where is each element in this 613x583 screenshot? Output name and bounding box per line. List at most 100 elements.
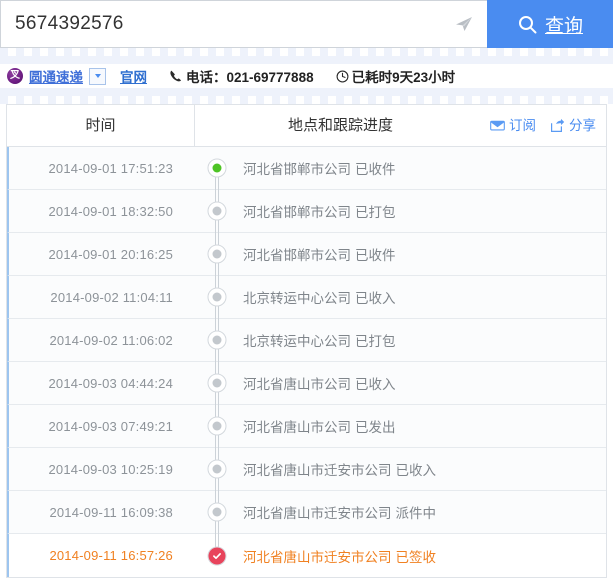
table-row[interactable]: 2014-09-02 11:04:11 北京转运中心公司已收入	[7, 276, 606, 319]
table-row[interactable]: 2014-09-03 10:25:19 河北省唐山市迁安市公司已收入	[7, 448, 606, 491]
search-input-wrap	[0, 0, 487, 48]
table-row[interactable]: 2014-09-03 07:49:21 河北省唐山市公司已发出	[7, 405, 606, 448]
row-status: 已收入	[396, 463, 437, 478]
step-marker	[208, 503, 227, 522]
table-row[interactable]: 2014-09-03 04:44:24 河北省唐山市公司已收入	[7, 362, 606, 405]
gray-dot-icon	[213, 207, 222, 216]
row-location: 河北省唐山市公司	[243, 420, 351, 435]
gray-dot-icon	[213, 422, 222, 431]
phone-icon	[169, 69, 183, 83]
gray-dot-icon	[213, 379, 222, 388]
row-time: 2014-09-02 11:04:11	[9, 290, 195, 305]
timeline-marker-cell	[195, 276, 239, 319]
timeline-marker-cell	[195, 147, 239, 190]
official-site-link[interactable]: 官网	[120, 66, 147, 86]
table-row[interactable]: 2014-09-11 16:57:26 河北省唐山市迁安市公司已签收	[7, 534, 606, 577]
row-description: 河北省唐山市迁安市公司派件中	[239, 502, 606, 522]
subscribe-button[interactable]: 订阅	[490, 118, 536, 133]
row-time: 2014-09-03 04:44:24	[9, 376, 195, 391]
row-status: 已收入	[355, 377, 396, 392]
timeline-marker-cell	[195, 190, 239, 233]
clock-icon	[336, 70, 349, 83]
row-status: 已收件	[355, 248, 396, 263]
search-button-label: 查询	[545, 11, 583, 38]
row-time: 2014-09-01 18:32:50	[9, 204, 195, 219]
search-icon	[517, 14, 538, 35]
search-button[interactable]: 查询	[487, 0, 613, 48]
row-time: 2014-09-03 07:49:21	[9, 419, 195, 434]
phone-number-label: 电话：021-69777888	[186, 66, 314, 86]
step-marker	[208, 202, 227, 221]
step-marker	[208, 288, 227, 307]
tracking-rows: 2014-09-01 17:51:23河北省邯郸市公司已收件2014-09-01…	[7, 147, 606, 577]
row-location: 河北省唐山市迁安市公司	[243, 463, 392, 478]
row-time: 2014-09-01 17:51:23	[9, 161, 195, 176]
tracking-number-input[interactable]	[1, 1, 487, 47]
courier-phone: 电话：021-69777888	[169, 66, 314, 86]
gray-dot-icon	[213, 508, 222, 517]
row-status: 已打包	[355, 334, 396, 349]
send-plane-icon[interactable]	[453, 13, 475, 35]
courier-logo-icon: 叉	[7, 68, 23, 84]
envelope-icon	[490, 118, 505, 133]
courier-name-link[interactable]: 圆通速递	[29, 66, 83, 86]
table-header-row: 时间 地点和跟踪进度 订阅	[7, 105, 606, 147]
timeline-marker-cell	[195, 233, 239, 276]
step-marker	[208, 460, 227, 479]
gray-dot-icon	[213, 336, 222, 345]
table-header-actions: 订阅 分享	[490, 105, 596, 146]
courier-dropdown-button[interactable]	[89, 68, 106, 85]
elapsed-time-label: 已耗时9天23小时	[352, 66, 456, 86]
row-time: 2014-09-01 20:16:25	[9, 247, 195, 262]
timeline-marker-cell	[195, 362, 239, 405]
row-location: 河北省邯郸市公司	[243, 162, 351, 177]
signed-check-marker	[208, 546, 227, 565]
row-description: 北京转运中心公司已打包	[239, 330, 606, 350]
share-button[interactable]: 分享	[550, 118, 596, 133]
row-status: 已收件	[355, 162, 396, 177]
table-row[interactable]: 2014-09-01 17:51:23 河北省邯郸市公司已收件	[7, 147, 606, 190]
row-location: 北京转运中心公司	[243, 291, 351, 306]
timeline-marker-cell	[195, 405, 239, 448]
row-description: 河北省唐山市公司已收入	[239, 373, 606, 393]
row-description: 河北省唐山市迁安市公司已收入	[239, 459, 606, 479]
chevron-down-icon	[95, 74, 101, 78]
timeline-marker-cell	[195, 319, 239, 362]
gray-dot-icon	[213, 293, 222, 302]
row-time: 2014-09-11 16:09:38	[9, 505, 195, 520]
step-marker	[208, 417, 227, 436]
table-row[interactable]: 2014-09-01 20:16:25 河北省邯郸市公司已收件	[7, 233, 606, 276]
column-header-time: 时间	[7, 105, 195, 146]
step-marker	[208, 374, 227, 393]
row-description: 河北省邯郸市公司已收件	[239, 158, 606, 178]
courier-info-strip: 叉 圆通速递 官网 电话：021-69777888 已耗时9天23小时	[0, 48, 613, 104]
row-time: 2014-09-11 16:57:26	[9, 548, 195, 563]
row-description: 河北省邯郸市公司已打包	[239, 201, 606, 221]
row-status: 已发出	[355, 420, 396, 435]
row-location: 河北省唐山市迁安市公司	[243, 550, 392, 565]
table-row[interactable]: 2014-09-11 16:09:38 河北省唐山市迁安市公司派件中	[7, 491, 606, 534]
green-dot-icon	[213, 164, 222, 173]
courier-info-row: 叉 圆通速递 官网 电话：021-69777888 已耗时9天23小时	[0, 48, 613, 104]
start-marker	[208, 159, 227, 178]
share-label: 分享	[569, 119, 596, 133]
table-row[interactable]: 2014-09-02 11:06:02北京转运中心公司已打包	[7, 319, 606, 362]
table-row[interactable]: 2014-09-01 18:32:50 河北省邯郸市公司已打包	[7, 190, 606, 233]
share-icon	[550, 118, 565, 133]
timeline-marker-cell	[195, 448, 239, 491]
timeline-marker-cell	[195, 491, 239, 534]
row-status: 已签收	[396, 550, 437, 565]
row-location: 北京转运中心公司	[243, 334, 351, 349]
timeline-marker-cell	[195, 534, 239, 577]
row-description: 北京转运中心公司已收入	[239, 287, 606, 307]
search-bar: 查询	[0, 0, 613, 48]
step-marker	[208, 331, 227, 350]
tracking-table: 时间 地点和跟踪进度 订阅	[6, 104, 607, 578]
row-status: 派件中	[396, 506, 437, 521]
row-description: 河北省邯郸市公司已收件	[239, 244, 606, 264]
gray-dot-icon	[213, 465, 222, 474]
row-description: 河北省唐山市迁安市公司已签收	[239, 546, 606, 566]
elapsed-time: 已耗时9天23小时	[336, 66, 456, 86]
row-location: 河北省唐山市公司	[243, 377, 351, 392]
row-time: 2014-09-03 10:25:19	[9, 462, 195, 477]
